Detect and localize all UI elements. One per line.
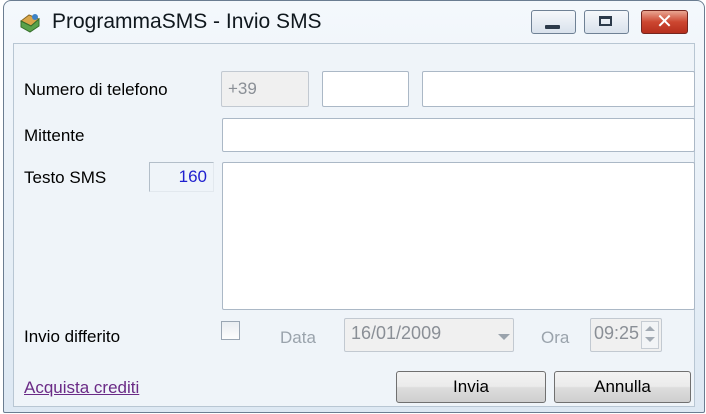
buy-credits-link[interactable]: Acquista crediti bbox=[24, 378, 139, 398]
character-counter: 160 bbox=[149, 162, 214, 192]
phone-label: Numero di telefono bbox=[24, 80, 168, 99]
phone-number-field[interactable] bbox=[422, 71, 695, 107]
sms-envelope-icon bbox=[20, 14, 40, 33]
title-bar[interactable]: ProgrammaSMS - Invio SMS ✕ bbox=[4, 1, 704, 43]
phone-prefix-field: +39 bbox=[221, 71, 309, 107]
date-picker: 16/01/2009 bbox=[344, 318, 514, 352]
phone-area-field[interactable] bbox=[322, 71, 409, 107]
time-value: 09:25 bbox=[594, 323, 640, 343]
cancel-button[interactable]: Annulla bbox=[554, 371, 691, 403]
close-button[interactable]: ✕ bbox=[641, 10, 688, 34]
sender-field[interactable] bbox=[222, 118, 695, 152]
time-label: Ora bbox=[541, 328, 570, 347]
minimize-button[interactable] bbox=[531, 10, 576, 34]
deferred-checkbox[interactable] bbox=[221, 321, 240, 340]
sender-label: Mittente bbox=[24, 126, 85, 145]
dialog-body: Numero di telefono +39 Mittente Testo SM… bbox=[13, 43, 695, 407]
maximize-button[interactable] bbox=[584, 10, 629, 34]
close-icon: ✕ bbox=[656, 11, 673, 33]
send-button[interactable]: Invia bbox=[396, 371, 546, 403]
sms-text-area[interactable] bbox=[222, 162, 695, 310]
time-picker: 09:25 bbox=[590, 318, 662, 352]
chevron-down-icon bbox=[498, 334, 510, 340]
date-label: Data bbox=[280, 328, 316, 347]
spinner-arrows-icon bbox=[641, 321, 659, 349]
phone-prefix-value: +39 bbox=[228, 79, 257, 98]
minimize-icon bbox=[545, 25, 560, 29]
window-title: ProgrammaSMS - Invio SMS bbox=[52, 10, 322, 33]
dialog-window: ProgrammaSMS - Invio SMS ✕ Numero di tel… bbox=[3, 0, 705, 413]
date-value: 16/01/2009 bbox=[351, 323, 442, 343]
sms-text-label: Testo SMS bbox=[24, 168, 107, 187]
deferred-label: Invio differito bbox=[24, 327, 121, 346]
maximize-icon bbox=[599, 16, 612, 26]
